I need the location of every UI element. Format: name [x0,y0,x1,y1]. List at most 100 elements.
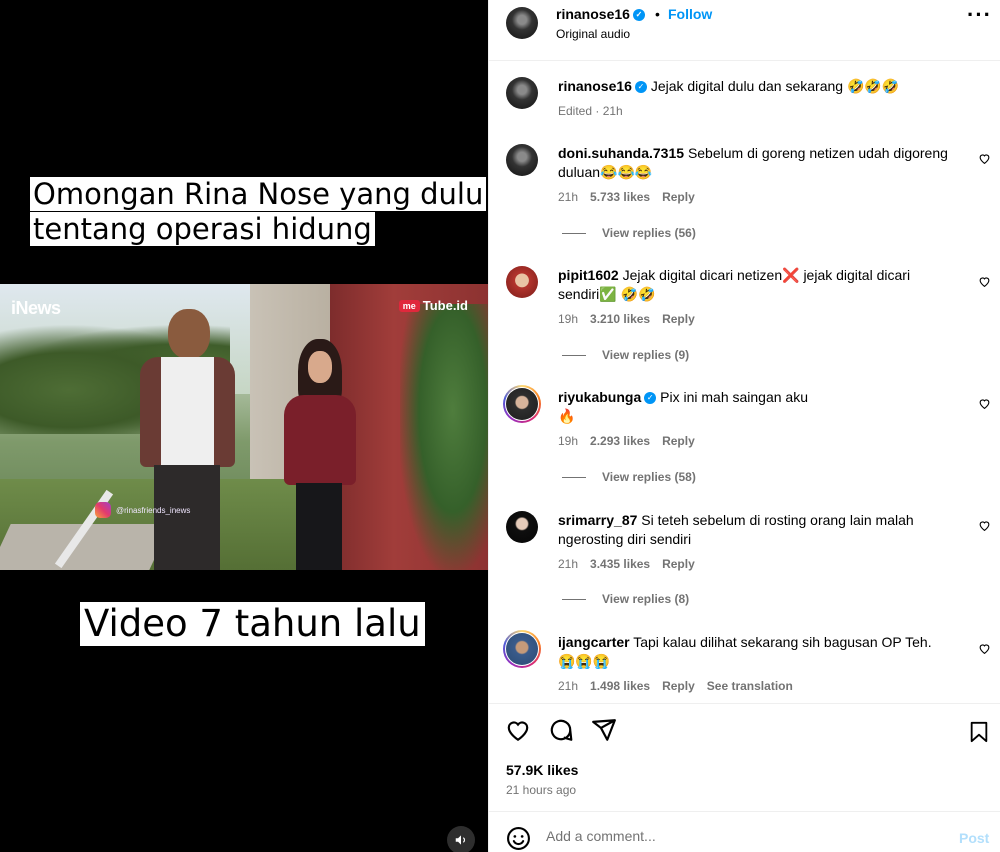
mute-button[interactable] [447,826,475,852]
comment-body: Pix ini mah saingan aku [660,389,809,405]
verified-icon: ✓ [644,392,657,405]
like-heart-icon[interactable] [978,275,991,288]
like-heart-icon[interactable] [978,152,991,165]
comment-text: riyukabunga ✓ Pix ini mah saingan aku 🔥 [558,388,968,426]
reply-button[interactable]: Reply [662,190,695,204]
like-heart-icon[interactable] [978,519,991,532]
comment-likes[interactable]: 3.210 likes [590,312,650,326]
view-replies-button[interactable]: View replies (58) [562,470,696,484]
like-heart-icon[interactable] [505,717,531,743]
man-figure [140,309,235,570]
comment-meta: 19h 2.293 likes Reply [558,434,695,448]
comment-meta: 21h 5.733 likes Reply [558,190,695,204]
caption-username[interactable]: rinanose16 [558,78,632,94]
replies-line [562,354,586,356]
woman-figure [282,339,362,570]
like-heart-icon[interactable] [978,397,991,410]
avatar[interactable] [506,144,538,176]
comment-username[interactable]: ijangcarter [558,634,630,650]
audio-link[interactable]: Original audio [556,27,630,41]
reply-button[interactable]: Reply [662,434,695,448]
see-translation-button[interactable]: See translation [707,679,793,693]
avatar[interactable] [506,388,538,420]
avatar[interactable] [506,633,538,665]
comment-username[interactable]: pipit1602 [558,267,619,283]
comment-text: srimarry_87 Si teteh sebelum di rosting … [558,511,968,549]
comment-likes[interactable]: 5.733 likes [590,190,650,204]
comment-time: 21h [558,190,579,204]
instagram-icon [95,502,111,518]
instagram-handle: @rinasfriends_inews [116,505,191,515]
view-replies-label[interactable]: View replies (9) [602,348,689,362]
caption-text: Jejak digital dulu dan sekarang 🤣🤣🤣 [650,78,900,94]
video-caption-bottom: Video 7 tahun lalu [80,602,425,646]
comment-likes[interactable]: 1.498 likes [590,679,650,693]
view-replies-label[interactable]: View replies (58) [602,470,696,484]
comment-meta: 19h 3.210 likes Reply [558,312,695,326]
more-options-button[interactable]: ··· [967,4,992,26]
emoji-icon[interactable] [506,826,531,851]
more-horizontal-icon: ··· [967,2,992,27]
comment-text: doni.suhanda.7315 Sebelum di goreng neti… [558,144,968,182]
post-button[interactable]: Post [959,830,989,846]
avatar[interactable] [506,511,538,543]
comment-username[interactable]: riyukabunga [558,389,641,405]
comment-time: 21h [558,557,579,571]
speaker-icon [455,835,466,845]
avatar[interactable] [506,7,538,39]
metube-badge: me [398,299,420,312]
like-heart-icon[interactable] [978,642,991,655]
bookmark-icon[interactable] [968,720,990,744]
action-bar [505,717,617,743]
verified-icon: ✓ [634,81,647,94]
view-replies-button[interactable]: View replies (56) [562,226,696,240]
separator-dot: • [655,6,660,22]
post-timestamp[interactable]: 21 hours ago [506,783,576,797]
view-replies-button[interactable]: View replies (9) [562,348,689,362]
divider [489,60,1000,61]
video-frame: iNews me Tube.id @rinasfriends_inews [0,284,488,570]
view-replies-button[interactable]: View replies (8) [562,592,689,606]
divider [489,703,1000,704]
verified-icon: ✓ [632,9,645,22]
view-replies-label[interactable]: View replies (56) [602,226,696,240]
comment-username[interactable]: doni.suhanda.7315 [558,145,684,161]
replies-line [562,232,586,234]
divider [489,811,1000,812]
reply-button[interactable]: Reply [662,312,695,326]
username-text[interactable]: rinanose16 [556,6,630,22]
comment-time: 21h [558,679,579,693]
comment-time: 19h [558,312,579,326]
reel-video[interactable]: Omongan Rina Nose yang dulu tentang oper… [0,0,488,852]
post-caption: rinanose16 ✓ Jejak digital dulu dan sekar… [558,77,968,96]
post-panel: rinanose16 ✓ • Follow Original audio ··· … [488,0,1000,852]
comment-username[interactable]: srimarry_87 [558,512,637,528]
share-icon[interactable] [591,717,617,743]
comment-body-line2: 😭😭😭 [558,653,611,669]
comment-body-line2: 🔥 [558,408,576,424]
video-caption-line1: Omongan Rina Nose yang dulu [30,177,487,212]
caption-meta: Edited · 21h [558,104,623,118]
comment-icon[interactable] [548,717,574,743]
instagram-watermark: @rinasfriends_inews [95,502,190,518]
like-count[interactable]: 57.9K likes [506,762,578,778]
comment-likes[interactable]: 2.293 likes [590,434,650,448]
video-caption-line2: tentang operasi hidung [30,212,375,247]
comment-meta: 21h 1.498 likes Reply See translation [558,679,793,693]
comment-text: ijangcarter Tapi kalau dilihat sekarang … [558,633,968,671]
inews-logo: iNews [11,298,61,318]
header-username[interactable]: rinanose16 ✓ [556,6,645,22]
reply-button[interactable]: Reply [662,679,695,693]
metube-text: Tube.id [422,298,468,313]
comment-input[interactable] [546,828,926,844]
comment-meta: 21h 3.435 likes Reply [558,557,695,571]
reply-button[interactable]: Reply [662,557,695,571]
avatar[interactable] [506,266,538,298]
follow-button[interactable]: Follow [668,6,712,22]
comment-body: Tapi kalau dilihat sekarang sih bagusan … [633,634,932,650]
view-replies-label[interactable]: View replies (8) [602,592,689,606]
metube-logo: me Tube.id [398,298,468,313]
avatar[interactable] [506,77,538,109]
comment-text: pipit1602 Jejak digital dicari netizen❌ … [558,266,968,304]
comment-likes[interactable]: 3.435 likes [590,557,650,571]
